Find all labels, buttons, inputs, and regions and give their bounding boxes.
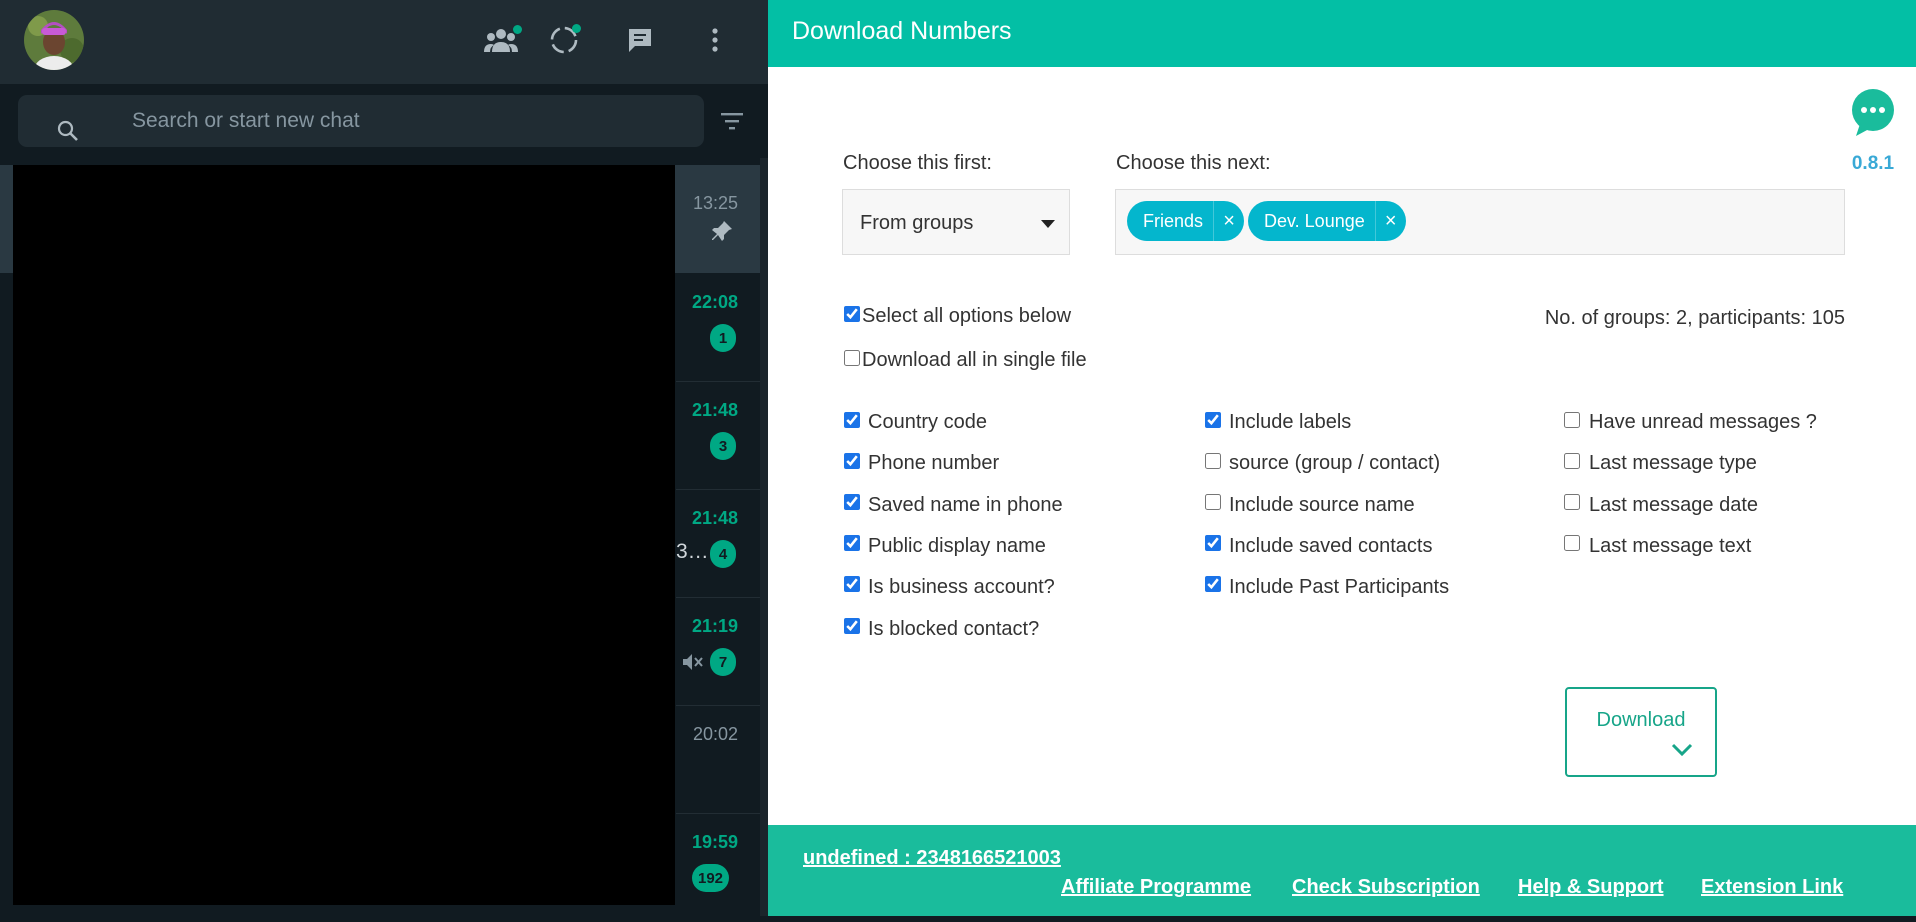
muted-icon	[680, 650, 704, 679]
download-button[interactable]: Download	[1565, 687, 1717, 777]
option-country-code-checkbox[interactable]	[844, 412, 860, 428]
unread-badge: 7	[710, 648, 736, 676]
new-chat-icon[interactable]	[620, 20, 660, 60]
select-all-checkbox[interactable]	[844, 306, 860, 322]
option-label: Include Past Participants	[1229, 576, 1450, 598]
search-box[interactable]	[18, 95, 704, 147]
redacted-area	[13, 165, 675, 905]
option-source-name-checkbox[interactable]	[1205, 494, 1221, 510]
first-label: Choose this first:	[843, 152, 992, 174]
option-label: Last message type	[1589, 452, 1757, 474]
help-support-link[interactable]: Help & Support	[1518, 876, 1664, 899]
single-file-label: Download all in single file	[862, 349, 1087, 371]
option-labels-checkbox[interactable]	[1205, 412, 1221, 428]
option-label: Last message text	[1589, 535, 1752, 557]
unread-badge: 192	[692, 864, 730, 892]
option-saved-contacts-checkbox[interactable]	[1205, 535, 1221, 551]
group-tag-label: Dev. Lounge	[1264, 210, 1365, 231]
whatsapp-header	[0, 0, 768, 84]
group-tag-label: Friends	[1143, 210, 1204, 231]
option-business-checkbox[interactable]	[844, 576, 860, 592]
option-label: Have unread messages ?	[1589, 411, 1817, 433]
next-label: Choose this next:	[1116, 152, 1271, 174]
whatsapp-panel: 13:25 22:08 1 21:48 3 21:48 4 21:19	[0, 0, 768, 916]
option-label: Saved name in phone	[868, 494, 1063, 516]
scrollbar[interactable]	[760, 158, 768, 916]
avatar[interactable]	[24, 10, 84, 70]
option-label: Public display name	[868, 535, 1046, 557]
extension-footer: undefined : 2348166521003 Affiliate Prog…	[768, 825, 1916, 916]
option-label: Include source name	[1229, 494, 1415, 516]
search-bar	[0, 84, 768, 159]
check-subscription-link[interactable]: Check Subscription	[1292, 876, 1480, 899]
source-select[interactable]: From groups	[842, 189, 1070, 255]
affiliate-programme-link[interactable]: Affiliate Programme	[1061, 876, 1251, 899]
option-saved-name-checkbox[interactable]	[844, 494, 860, 510]
extension-title: Download Numbers	[792, 17, 1012, 45]
version-label: 0.8.1	[1851, 153, 1895, 174]
extension-panel: Download Numbers 0.8.1 Choose this first…	[768, 0, 1916, 916]
group-tag: Friends ×	[1127, 201, 1245, 241]
option-source-checkbox[interactable]	[1205, 453, 1221, 469]
single-file-checkbox[interactable]	[844, 350, 860, 366]
option-label: Include saved contacts	[1229, 535, 1433, 557]
option-phone-number-checkbox[interactable]	[844, 453, 860, 469]
status-icon[interactable]	[544, 20, 584, 60]
option-label: source (group / contact)	[1229, 452, 1441, 474]
option-label: Phone number	[868, 452, 1000, 474]
extension-header: Download Numbers	[768, 0, 1916, 67]
download-label: Download	[1596, 709, 1686, 731]
remove-tag-icon[interactable]: ×	[1374, 201, 1406, 241]
select-all-label: Select all options below	[862, 305, 1072, 327]
option-label: Last message date	[1589, 494, 1758, 516]
option-label: Include labels	[1229, 411, 1352, 433]
account-link[interactable]: undefined : 2348166521003	[803, 847, 1061, 870]
unread-badge: 1	[710, 324, 736, 352]
group-multiselect[interactable]: Friends × Dev. Lounge ×	[1115, 189, 1845, 255]
pin-icon	[710, 219, 734, 248]
option-label: Country code	[868, 411, 987, 433]
extension-link[interactable]: Extension Link	[1701, 876, 1843, 899]
option-unread-checkbox[interactable]	[1564, 412, 1580, 428]
chat-support-icon[interactable]	[1850, 88, 1896, 143]
option-blocked-checkbox[interactable]	[844, 618, 860, 634]
remove-tag-icon[interactable]: ×	[1213, 201, 1244, 241]
option-public-name-checkbox[interactable]	[844, 535, 860, 551]
search-icon[interactable]	[56, 119, 80, 148]
option-last-text-checkbox[interactable]	[1564, 535, 1580, 551]
source-select-value: From groups	[860, 212, 974, 234]
unread-badge: 3	[710, 432, 736, 460]
option-past-participants-checkbox[interactable]	[1205, 576, 1221, 592]
group-info: No. of groups: 2, participants: 105	[1544, 307, 1845, 329]
search-input[interactable]	[132, 108, 692, 134]
menu-icon[interactable]	[695, 20, 735, 60]
chevron-down-icon	[1671, 743, 1693, 762]
option-label: Is blocked contact?	[868, 618, 1040, 640]
option-last-date-checkbox[interactable]	[1564, 494, 1580, 510]
communities-icon[interactable]	[481, 20, 522, 60]
option-last-type-checkbox[interactable]	[1564, 453, 1580, 469]
unread-badge: 4	[710, 540, 736, 568]
chat-preview-fragment: 3…	[676, 540, 709, 563]
group-tag: Dev. Lounge ×	[1248, 201, 1406, 241]
filter-icon[interactable]	[720, 110, 744, 137]
option-label: Is business account?	[868, 576, 1055, 598]
caret-down-icon	[1041, 220, 1055, 228]
